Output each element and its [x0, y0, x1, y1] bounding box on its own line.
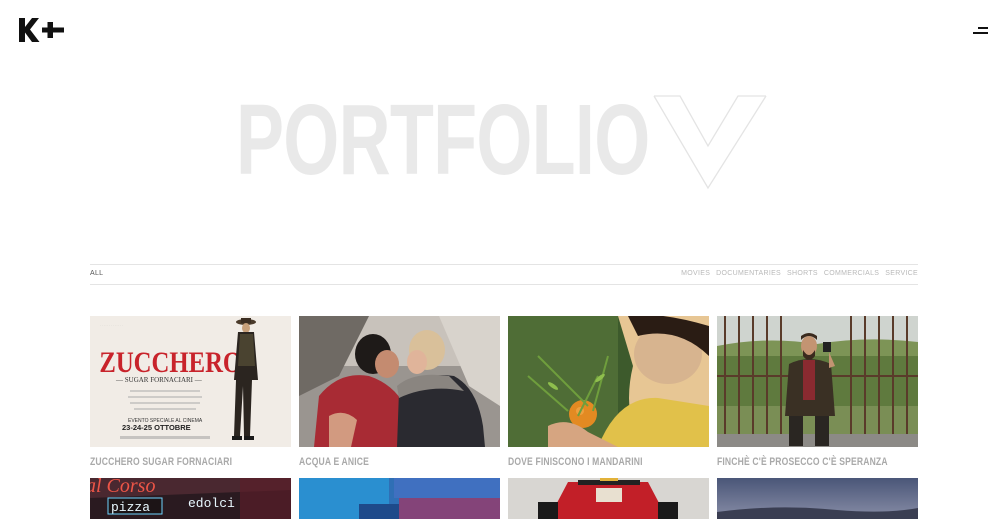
card-thumbnail: al Corso pizza edolci [90, 478, 291, 519]
portfolio-card[interactable] [717, 478, 918, 519]
card-thumbnail [508, 316, 709, 447]
filter-movies[interactable]: MOVIES [681, 270, 710, 277]
logo[interactable] [18, 17, 66, 43]
card-title: DOVE FINISCONO I MANDARINI [508, 456, 643, 468]
portfolio-card[interactable]: DOVE FINISCONO I MANDARINI [508, 316, 709, 468]
card-title: ACQUA E ANICE [299, 456, 370, 468]
poster-dates: 23-24-25 OTTOBRE [122, 423, 191, 432]
svg-text:al Corso: al Corso [90, 478, 155, 497]
filter-all[interactable]: ALL [90, 270, 103, 277]
card-title: FINCHÈ C'È PROSECCO C'È SPERANZA [717, 456, 888, 468]
menu-button[interactable] [968, 24, 992, 40]
poster-heading: ZUCCHERO [99, 346, 242, 379]
card-thumbnail [717, 478, 918, 519]
portfolio-card[interactable] [508, 478, 709, 519]
filter-commercials[interactable]: COMMERCIALS [824, 270, 879, 277]
svg-text:· · · · · · · · · ·: · · · · · · · · · · · · · [100, 323, 123, 327]
filter-documentaries[interactable]: DOCUMENTARIES [716, 270, 781, 277]
portfolio-card[interactable]: · · · · · · · · · · · · · ZUCCHERO — SUG… [90, 316, 291, 468]
card-thumbnail [299, 316, 500, 447]
filter-service[interactable]: SERVICE [885, 270, 918, 277]
portfolio-card[interactable]: FINCHÈ C'È PROSECCO C'È SPERANZA [717, 316, 918, 468]
card-thumbnail: · · · · · · · · · · · · · ZUCCHERO — SUG… [90, 316, 291, 447]
card-title: ZUCCHERO SUGAR FORNACIARI [90, 456, 233, 468]
portfolio-card[interactable]: al Corso pizza edolci [90, 478, 291, 519]
filter-list: MOVIES DOCUMENTARIES SHORTS COMMERCIALS … [681, 270, 918, 277]
hamburger-icon [978, 27, 988, 29]
v-shape-icon [653, 95, 767, 190]
card-thumbnail [508, 478, 709, 519]
sign-line1: pizza [111, 500, 150, 515]
poster-subheading: — SUGAR FORNACIARI — [115, 376, 203, 384]
sign-line2: edolci [188, 496, 235, 511]
page-title: PORTFOLIO [236, 84, 650, 196]
portfolio-filter-bar: ALL MOVIES DOCUMENTARIES SHORTS COMMERCI… [90, 264, 918, 285]
card-thumbnail [717, 316, 918, 447]
portfolio-card[interactable]: ACQUA E ANICE [299, 316, 500, 468]
portfolio-card[interactable] [299, 478, 500, 519]
filter-shorts[interactable]: SHORTS [787, 270, 818, 277]
card-thumbnail [299, 478, 500, 519]
